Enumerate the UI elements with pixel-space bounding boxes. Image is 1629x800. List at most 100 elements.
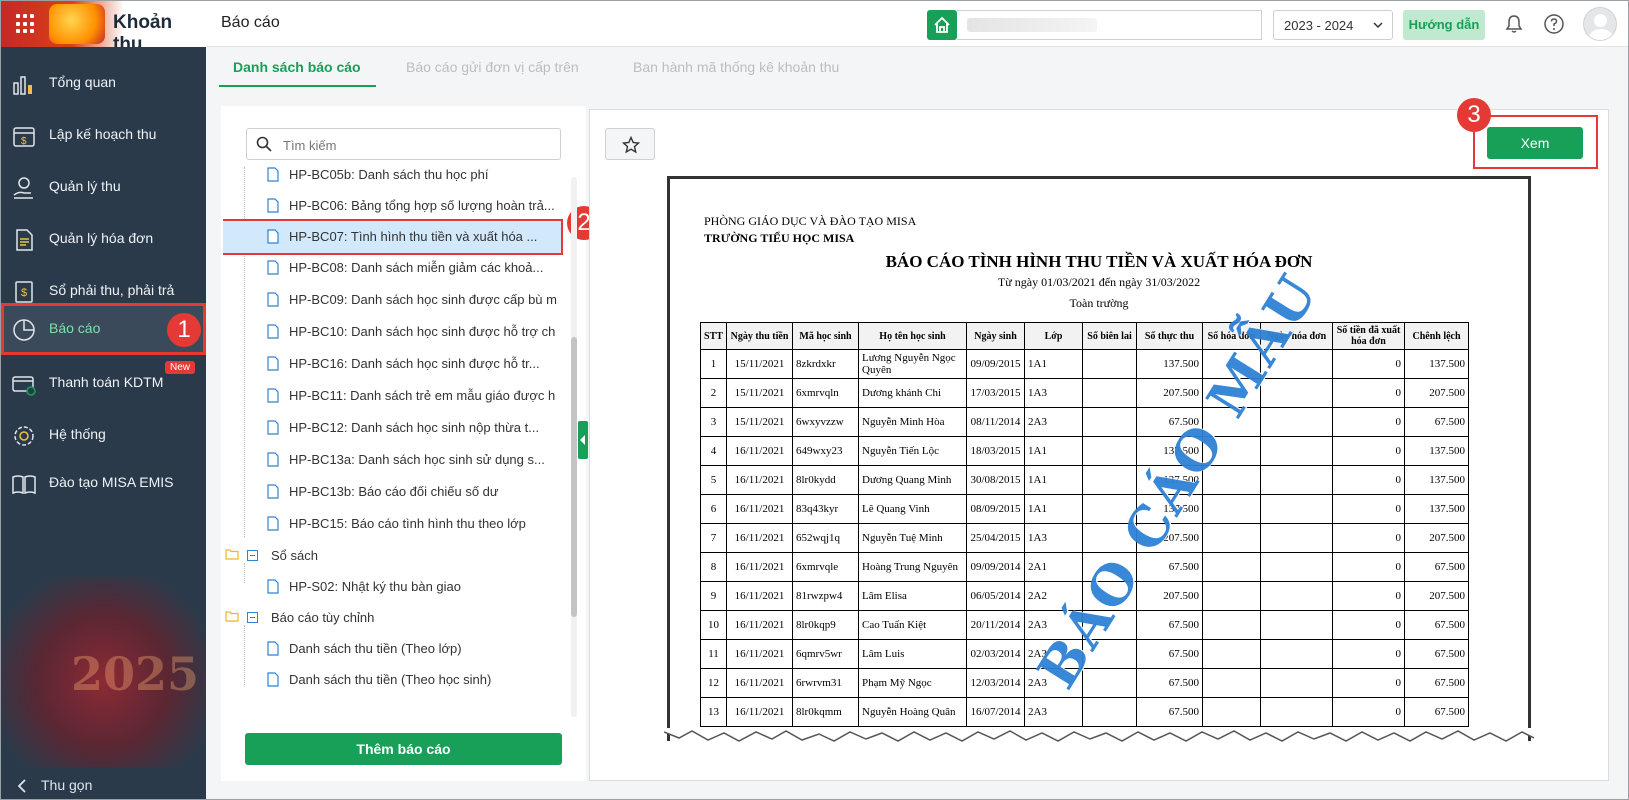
search-input[interactable] — [283, 135, 543, 155]
report-school: TRƯỜNG TIỂU HỌC MISA — [704, 231, 855, 245]
collapse-node-icon[interactable] — [247, 612, 258, 623]
report-cell: 02/03/2014 — [966, 639, 1025, 669]
home-icon — [934, 16, 950, 33]
scrollbar-thumb[interactable] — [571, 337, 577, 617]
tab-issue-code[interactable]: Ban hành mã thống kê khoản thu — [633, 59, 839, 75]
calendar-money-icon: $ — [13, 127, 35, 147]
hand-coin-icon — [13, 177, 33, 199]
report-cell: 8zkrdxkr — [792, 349, 859, 379]
school-selector[interactable] — [957, 10, 1262, 40]
report-cell: 137.500 — [1404, 465, 1469, 495]
sidebar-item-collect[interactable]: Quản lý thu — [1, 161, 206, 213]
report-cell: 1A3 — [1024, 523, 1083, 553]
tree-item-report[interactable]: HP-BC13b: Báo cáo đối chiếu số dư — [223, 476, 571, 508]
tree-item-report[interactable]: HP-BC09: Danh sách học sinh được cấp bù … — [223, 284, 571, 316]
tree-item-report[interactable]: HP-S02: Nhật ký thu bàn giao — [223, 571, 571, 603]
sidebar-item-label: Đào tạo MISA EMIS — [49, 474, 174, 490]
tree-scrollbar[interactable] — [571, 177, 577, 717]
sidebar-item-label: Hệ thống — [49, 426, 106, 442]
report-cell: 1A1 — [1024, 465, 1083, 495]
tree-item-report[interactable]: HP-BC11: Danh sách trẻ em mẫu giáo được … — [223, 380, 571, 412]
avatar[interactable] — [1583, 7, 1617, 41]
report-cell: 2A3 — [1024, 407, 1083, 437]
report-cell: 6 — [700, 494, 727, 524]
report-cell: 67.500 — [1404, 639, 1469, 669]
report-cell: 10 — [700, 610, 727, 640]
help-icon[interactable] — [1543, 13, 1565, 35]
tree-folder-custom[interactable]: Báo cáo tùy chỉnh — [223, 602, 571, 634]
report-cell: 18/03/2015 — [966, 436, 1025, 466]
report-cell: 0 — [1332, 581, 1405, 611]
torn-paper-edge — [664, 728, 1534, 742]
report-cell: 0 — [1332, 407, 1405, 437]
report-cell — [1082, 436, 1137, 466]
collapse-node-icon[interactable] — [247, 550, 258, 561]
tree-folder-books[interactable]: Sổ sách — [223, 540, 571, 572]
search-box[interactable] — [246, 128, 561, 160]
report-cell: 16/11/2021 — [726, 610, 793, 640]
bell-icon[interactable] — [1503, 13, 1525, 35]
tree-item-report[interactable]: HP-BC06: Bảng tổng hợp số lượng hoàn trả… — [223, 190, 571, 222]
guide-button[interactable]: Hướng dẫn — [1403, 10, 1485, 40]
favorite-button[interactable] — [605, 128, 655, 160]
tree-item-report[interactable]: HP-BC13a: Danh sách học sinh sử dụng s..… — [223, 444, 571, 476]
tab-report-list[interactable]: Danh sách báo cáo — [233, 59, 361, 75]
invoice-icon — [16, 229, 33, 251]
report-cell: 20/11/2014 — [966, 610, 1025, 640]
app-window: Khoản thu Báo cáo 2023 - 2024 Hướng dẫn … — [0, 0, 1629, 800]
report-column-header: STT — [700, 322, 727, 350]
grid-icon[interactable] — [16, 14, 36, 34]
report-row: 2 15/11/2021 6xmrvqln Dương khánh Chi 17/03/… — [700, 378, 1469, 408]
tab-bar: Danh sách báo cáo Báo cáo gửi đơn vị cấp… — [206, 47, 1628, 87]
tree-item-report[interactable]: HP-BC08: Danh sách miễn giảm các khoả... — [223, 252, 571, 284]
report-cell: 67.500 — [1404, 697, 1469, 727]
report-column-header: Số tiền đã xuất hóa đơn — [1332, 322, 1405, 350]
view-button[interactable]: Xem — [1487, 127, 1583, 159]
collapse-button[interactable]: Thu gọn — [1, 769, 206, 799]
tree-item-custom[interactable]: Danh sách thu tiền (Theo lớp) — [223, 633, 571, 665]
document-icon — [267, 292, 279, 307]
sidebar-item-system[interactable]: Hệ thống — [1, 409, 206, 461]
sidebar: Tổng quan $ Lập kế hoạch thu Quản lý thu… — [1, 47, 206, 799]
add-report-button[interactable]: Thêm báo cáo — [245, 733, 562, 765]
sidebar-item-overview[interactable]: Tổng quan — [1, 57, 206, 109]
report-cell: Nguyễn Tuệ Minh — [858, 523, 967, 553]
collapse-label: Thu gọn — [41, 777, 93, 793]
report-column-header: Chênh lệch — [1404, 322, 1469, 350]
report-cell: 67.500 — [1404, 668, 1469, 698]
report-cell — [1202, 610, 1261, 640]
tree-folder-label: Sổ sách — [271, 548, 318, 563]
tree-item-report-selected[interactable]: HP-BC07: Tình hình thu tiền và xuất hóa … — [223, 219, 563, 255]
report-column-header: Số biên lai — [1082, 322, 1137, 350]
report-cell: 0 — [1332, 349, 1405, 379]
tree-item-report[interactable]: HP-BC15: Báo cáo tình hình thu theo lớp — [223, 508, 571, 540]
tree-item-report[interactable]: HP-BC16: Danh sách học sinh được hỗ tr..… — [223, 348, 571, 380]
tree-item-label: HP-BC12: Danh sách học sinh nộp thừa t..… — [289, 420, 540, 435]
tree-item-label: HP-BC05b: Danh sách thu học phí — [289, 167, 489, 182]
sidebar-item-plan[interactable]: $ Lập kế hoạch thu — [1, 109, 206, 161]
tab-send-upper[interactable]: Báo cáo gửi đơn vị cấp trên — [406, 59, 579, 75]
report-row: 6 16/11/2021 83q43kyr Lê Quang Vinh 08/09/20… — [700, 494, 1469, 524]
sidebar-item-label: Sổ phải thu, phải trả — [49, 282, 175, 298]
home-button[interactable] — [927, 10, 957, 40]
step-badge-1: 1 — [167, 313, 201, 347]
report-cell: 6xmrvqle — [792, 552, 859, 582]
report-cell: 5 — [700, 465, 727, 495]
report-cell: 12/03/2014 — [966, 668, 1025, 698]
panel-splitter-toggle[interactable] — [578, 421, 588, 459]
sidebar-item-payment[interactable]: Thanh toán KDTM New — [1, 357, 206, 409]
tree-item-report[interactable]: HP-BC10: Danh sách học sinh được hỗ trợ … — [223, 316, 571, 348]
report-cell: 08/11/2014 — [966, 407, 1025, 437]
report-cell: 16/11/2021 — [726, 523, 793, 553]
sidebar-item-training[interactable]: Đào tạo MISA EMIS — [1, 457, 206, 509]
tree-item-report[interactable]: HP-BC05b: Danh sách thu học phí — [223, 167, 571, 191]
tree-folder-label: Báo cáo tùy chỉnh — [271, 610, 375, 625]
report-department: PHÒNG GIÁO DỤC VÀ ĐÀO TẠO MISA — [704, 214, 917, 228]
tree-item-report[interactable]: HP-BC12: Danh sách học sinh nộp thừa t..… — [223, 412, 571, 444]
sidebar-item-invoice[interactable]: Quản lý hóa đơn — [1, 213, 206, 265]
report-table-head: STT Ngày thu tiền Mã học sinh Họ tên học si… — [700, 322, 1469, 350]
school-year-select[interactable]: 2023 - 2024 — [1273, 10, 1393, 40]
report-cell: 1A1 — [1024, 494, 1083, 524]
tree-item-custom[interactable]: Danh sách thu tiền (Theo học sinh) — [223, 664, 571, 696]
document-icon — [267, 579, 279, 594]
